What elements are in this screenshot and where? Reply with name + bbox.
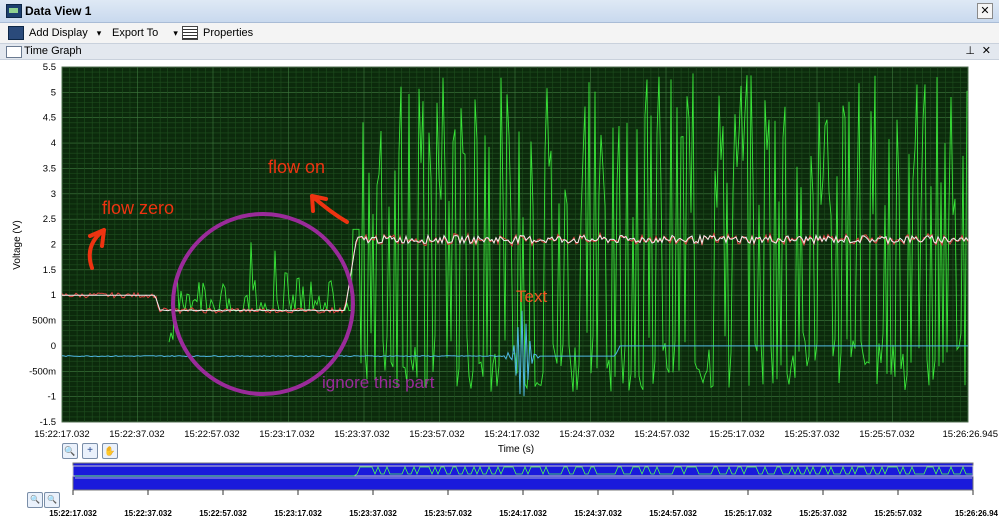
x-tick-label: 15:24:57.032 [634,429,689,440]
y-tick-label: -1 [48,392,56,403]
x-tick-label: 15:25:57.032 [859,429,914,440]
y-axis-label: Voltage (V) [12,220,23,269]
x-tick-label: 15:22:17.032 [34,429,89,440]
cursor-plus-button[interactable]: + [82,443,98,459]
overview-tick-label: 15:24:57.032 [649,509,697,518]
x-tick-label: 15:25:37.032 [784,429,839,440]
x-tick-label: 15:23:37.032 [334,429,389,440]
y-axis-ticks: 5.5 5 4.5 4 3.5 3 2.5 2 1.5 1 500m 0 -500m -1 -1.5 [29,62,56,428]
x-tick-label: 15:26:26.945 [943,429,998,440]
y-tick-label: -1.5 [40,417,56,428]
y-tick-label: 5.5 [43,62,56,73]
annotation-ignore: ignore this part [322,373,435,392]
y-tick-label: 2.5 [43,214,56,225]
annotation-flow-on: flow on [268,157,325,177]
annotation-text: Text [516,287,547,306]
overview-ticks: 15:22:17.032 15:22:37.032 15:22:57.032 15:2… [49,490,999,518]
y-tick-label: 3 [51,189,56,200]
overview-tick-label: 15:25:57.032 [874,509,922,518]
hand-icon: ✋ [104,446,116,456]
overview-zoom-out-button[interactable]: 🔍 [27,492,43,508]
zoom-out-icon: 🔍 [30,495,40,504]
annotation-flow-zero: flow zero [102,198,174,218]
y-tick-label: 3.5 [43,163,56,174]
zoom-icon: 🔍 [64,446,76,456]
overview-tick-label: 15:22:37.032 [124,509,172,518]
overview-tick-label: 15:24:37.032 [574,509,622,518]
y-tick-label: 4.5 [43,113,56,124]
zoom-button[interactable]: 🔍 [62,443,78,459]
y-tick-label: 4 [51,138,56,149]
y-tick-label: 2 [51,240,56,251]
overview-tick-label: 15:25:37.032 [799,509,847,518]
x-tick-label: 15:23:17.032 [259,429,314,440]
pan-button[interactable]: ✋ [102,443,118,459]
overview-tick-label: 15:24:17.032 [499,509,547,518]
x-tick-label: 15:24:17.032 [484,429,539,440]
y-tick-label: 0 [51,341,56,352]
time-graph-chart[interactable]: 5.5 5 4.5 4 3.5 3 2.5 2 1.5 1 500m 0 -500m -1 -1.5 15:… [0,0,999,525]
overview-tick-label: 15:22:57.032 [199,509,247,518]
x-tick-label: 15:24:37.032 [559,429,614,440]
x-tick-label: 15:22:37.032 [109,429,164,440]
overview-tick-label: 15:25:17.032 [724,509,772,518]
y-tick-label: 1.5 [43,265,56,276]
overview-tick-label: 15:22:17.032 [49,509,97,518]
x-axis-ticks: 15:22:17.032 15:22:37.032 15:22:57.032 15:2… [34,429,998,440]
overview-tick-label: 15:26:26.94 [955,509,999,518]
y-tick-label: 1 [51,290,56,301]
y-tick-label: 5 [51,87,56,98]
overview-tick-label: 15:23:17.032 [274,509,322,518]
overview-tick-label: 15:23:37.032 [349,509,397,518]
x-tick-label: 15:25:17.032 [709,429,764,440]
y-tick-label: 500m [32,316,56,327]
x-tick-label: 15:23:57.032 [409,429,464,440]
overview-tick-label: 15:23:57.032 [424,509,472,518]
y-tick-label: -500m [29,366,56,377]
x-tick-label: 15:22:57.032 [184,429,239,440]
plus-icon: + [87,445,93,456]
zoom-in-icon: 🔍 [47,495,57,504]
overview-zoom-in-button[interactable]: 🔍 [44,492,60,508]
x-axis-label: Time (s) [498,444,534,455]
